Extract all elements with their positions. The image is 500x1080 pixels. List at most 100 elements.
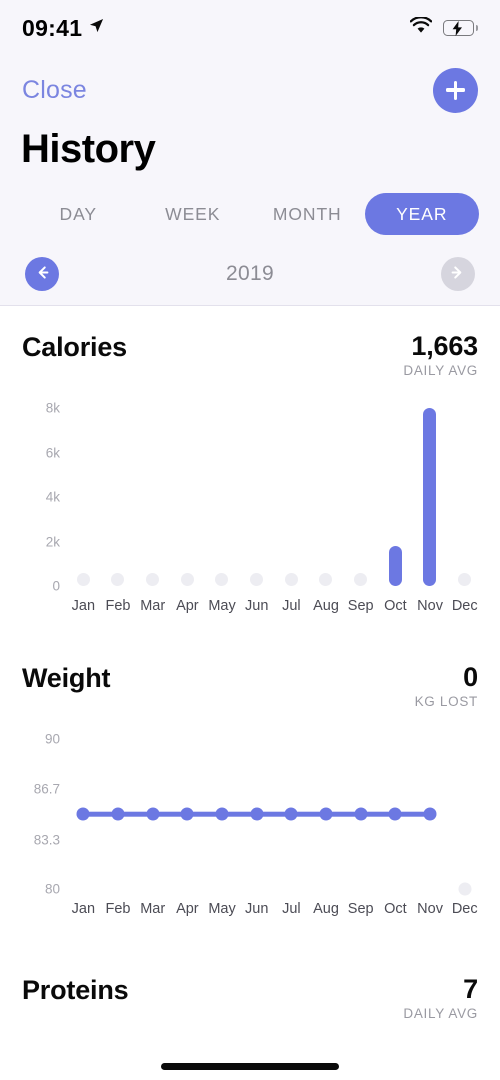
bar-column: [66, 408, 101, 587]
x-tick-label: Oct: [384, 901, 407, 918]
content-scroll-area[interactable]: Calories 1,663 DAILY AVG 8k 6k 4k 2k 0 Jan Fe…: [0, 306, 500, 1080]
status-bar-time: 09:41: [22, 14, 83, 41]
bar-empty: [284, 573, 298, 587]
bar-empty: [76, 573, 90, 587]
card-weight-unit: KG LOST: [414, 694, 478, 710]
x-tick-label: Jun: [245, 598, 269, 615]
bar-column: [274, 408, 309, 587]
bar-column: [135, 408, 170, 587]
bar-empty: [111, 573, 125, 587]
chart-calories-y-axis: 8k 6k 4k 2k 0: [14, 401, 60, 628]
x-tick-label: Jul: [282, 598, 301, 615]
x-tick-label: Feb: [105, 901, 131, 918]
data-point: [250, 807, 264, 821]
card-calories: Calories 1,663 DAILY AVG 8k 6k 4k 2k 0 Jan Fe…: [0, 306, 500, 651]
bar-column: [205, 408, 240, 587]
arrow-right-icon: [449, 264, 466, 284]
y-tick-label: 86.7: [33, 781, 60, 797]
tab-week[interactable]: WEEK: [136, 193, 251, 235]
card-proteins-title: Proteins: [22, 975, 129, 1005]
x-tick-label: Oct: [384, 598, 407, 615]
y-tick-label: 80: [44, 881, 60, 897]
bar-column: [239, 408, 274, 587]
y-tick-label: 4k: [45, 489, 60, 505]
x-tick-label: Dec: [451, 598, 478, 615]
bar-column: [343, 408, 378, 587]
wifi-icon: [410, 16, 433, 39]
card-weight-value: 0: [463, 662, 478, 692]
close-button[interactable]: Close: [22, 76, 87, 105]
tab-year[interactable]: YEAR: [364, 193, 479, 235]
x-tick-label: Jan: [71, 598, 96, 615]
chart-calories-x-axis: Jan Feb Mar Apr May Jun Jul Aug Sep Oct Nov Dec: [66, 598, 482, 614]
card-proteins-unit: DAILY AVG: [403, 1006, 478, 1022]
bar: [423, 408, 437, 587]
bar-empty: [180, 573, 194, 587]
screen-header: 09:41 Close History DAY WEEK MONTH YEAR …: [0, 0, 500, 306]
history-screen: 09:41 Close History DAY WEEK MONTH YEAR …: [0, 0, 500, 1080]
previous-year-button[interactable]: [25, 257, 59, 291]
card-calories-title: Calories: [22, 332, 127, 362]
nav-row: Close: [0, 62, 500, 118]
bar-empty: [146, 573, 160, 587]
data-point: [146, 807, 160, 821]
chart-weight-plot: [66, 739, 482, 896]
y-tick-label: 2k: [45, 534, 60, 550]
data-point: [180, 807, 194, 821]
y-tick-label: 90: [44, 731, 60, 747]
bar-column: [413, 408, 448, 587]
data-point: [284, 807, 298, 821]
location-arrow-icon: [89, 18, 104, 38]
next-year-button[interactable]: [440, 257, 475, 291]
chart-calories: 8k 6k 4k 2k 0 Jan Feb Mar Apr May Jun Jul Aug Sep Oct…: [0, 401, 500, 628]
bar-column: [378, 408, 413, 587]
x-tick-label: Aug: [313, 901, 339, 918]
card-calories-unit: DAILY AVG: [403, 363, 478, 379]
data-point: [354, 807, 368, 821]
period-navigator: 2019: [0, 252, 500, 296]
data-point: [215, 807, 229, 821]
bar: [388, 546, 402, 587]
bar-column: [309, 408, 344, 587]
home-indicator: [161, 1063, 339, 1070]
bar-empty: [319, 573, 333, 587]
x-tick-label: Apr: [176, 901, 199, 918]
bar-empty: [458, 573, 472, 587]
data-point: [111, 807, 125, 821]
data-point: [423, 807, 437, 821]
card-weight: Weight 0 KG LOST 90 86.7 83.3 80 Jan Feb Mar A…: [0, 651, 500, 961]
status-bar-right: [410, 16, 478, 39]
x-tick-label: Jun: [245, 901, 269, 918]
tab-month[interactable]: MONTH: [250, 193, 365, 235]
chart-calories-plot: [66, 408, 482, 587]
y-tick-label: 6k: [45, 445, 60, 461]
period-segmented-control: DAY WEEK MONTH YEAR: [21, 193, 479, 235]
page-title: History: [21, 127, 156, 171]
period-label: 2019: [226, 262, 274, 285]
y-tick-label: 8k: [45, 400, 60, 416]
card-weight-stat: 0 KG LOST: [414, 662, 479, 710]
data-point: [319, 807, 333, 821]
bar-column: [447, 408, 482, 587]
status-bar-left: 09:41: [22, 15, 104, 42]
card-proteins: Proteins 7 DAILY AVG: [0, 961, 500, 1041]
data-point: [76, 807, 90, 821]
add-entry-button[interactable]: [433, 67, 478, 113]
x-tick-label: Aug: [313, 598, 339, 615]
x-tick-label: Nov: [417, 901, 443, 918]
x-tick-label: Jul: [282, 901, 301, 918]
bar-empty: [250, 573, 264, 587]
card-weight-header: Weight 0 KG LOST: [0, 651, 500, 710]
data-point: [388, 807, 402, 821]
card-proteins-stat: 7 DAILY AVG: [403, 975, 478, 1022]
arrow-left-icon: [34, 264, 51, 284]
bar-column: [101, 408, 136, 587]
x-tick-label: Dec: [451, 901, 478, 918]
bar-empty: [354, 573, 368, 587]
x-tick-label: May: [208, 901, 236, 918]
tab-day[interactable]: DAY: [21, 193, 136, 235]
x-tick-label: Mar: [140, 598, 166, 615]
y-tick-label: 0: [52, 578, 60, 594]
status-bar: 09:41: [0, 0, 500, 56]
card-proteins-header: Proteins 7 DAILY AVG: [0, 961, 500, 1022]
